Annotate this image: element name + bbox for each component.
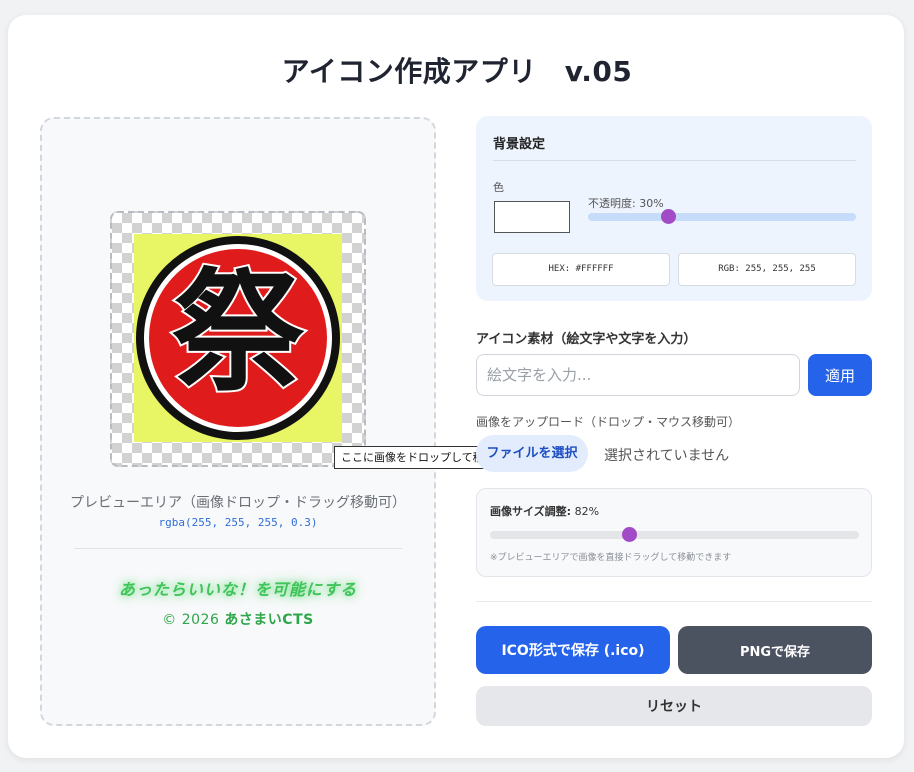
size-label-value: 82% <box>574 505 600 518</box>
hex-value: HEX: #FFFFFF <box>492 253 670 286</box>
save-png-button[interactable]: PNGで保存 <box>678 626 872 674</box>
slogan: あったらいいな！を可能にする <box>118 580 358 599</box>
actions-divider <box>476 601 872 602</box>
copyright: © 2026 あさまいCTS <box>40 609 436 629</box>
preview-divider <box>74 548 402 549</box>
matsuri-kanji-icon[interactable]: 祭 <box>134 234 342 442</box>
size-slider-thumb[interactable] <box>622 527 638 542</box>
save-ico-button[interactable]: ICO形式で保存 (.ico) <box>476 626 670 674</box>
emoji-input[interactable] <box>476 354 800 396</box>
opacity-label: 不透明度: 30% <box>588 197 664 210</box>
material-label: アイコン素材（絵文字や文字を入力） <box>476 332 697 347</box>
upload-label: 画像をアップロード（ドロップ・マウス移動可） <box>476 415 741 429</box>
file-status: 選択されていません <box>604 448 730 464</box>
app-version: v.05 <box>564 55 633 88</box>
preview-rgba-value: rgba(255, 255, 255, 0.3) <box>158 516 318 529</box>
rgb-value: RGB: 255, 255, 255 <box>678 253 856 286</box>
size-settings: 画像サイズ調整: 82% ※プレビューエリアで画像を直接ドラッグして移動できます <box>476 488 872 577</box>
background-settings: 背景設定 色 不透明度: 30% HEX: #FFFFFF RGB: 255, … <box>476 116 872 301</box>
preview-label: プレビューエリア（画像ドロップ・ドラッグ移動可） <box>70 495 406 511</box>
page-title: アイコン作成アプリ v.05 <box>0 50 914 90</box>
copyright-prefix: © 2026 <box>162 612 220 628</box>
size-hint: ※プレビューエリアで画像を直接ドラッグして移動できます <box>490 553 732 563</box>
size-label: 画像サイズ調整: 82% <box>490 503 599 519</box>
color-label: 色 <box>493 181 504 194</box>
background-heading: 背景設定 <box>493 137 546 152</box>
background-divider <box>493 160 856 161</box>
size-label-text: 画像サイズ調整: <box>490 505 572 518</box>
choose-file-button[interactable]: ファイルを選択 <box>476 435 588 472</box>
app-title: アイコン作成アプリ <box>281 55 537 88</box>
reset-button[interactable]: リセット <box>476 686 872 726</box>
color-picker[interactable] <box>494 201 570 233</box>
apply-button[interactable]: 適用 <box>808 354 872 396</box>
opacity-slider-thumb[interactable] <box>660 209 676 224</box>
size-slider-track[interactable] <box>490 531 859 539</box>
copyright-name: あさまいCTS <box>224 612 314 628</box>
opacity-slider-track[interactable] <box>588 213 856 221</box>
icon-kanji-text: 祭 <box>172 256 305 410</box>
